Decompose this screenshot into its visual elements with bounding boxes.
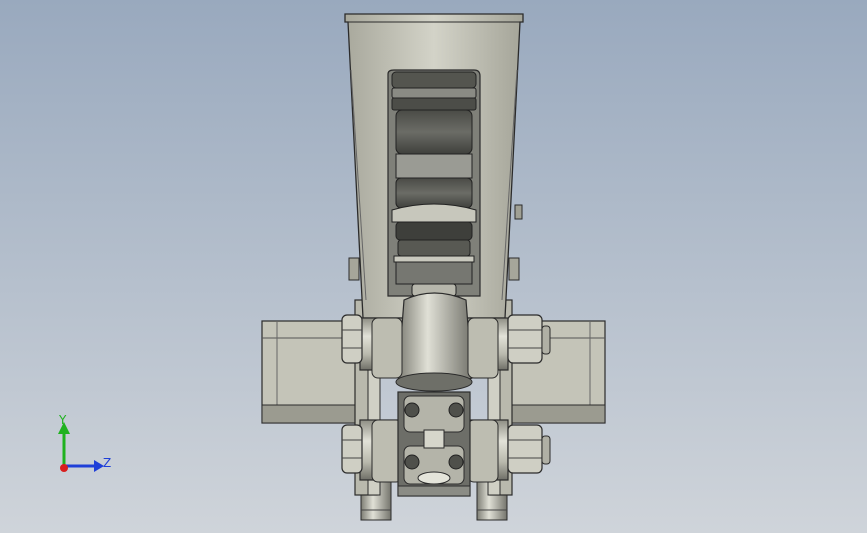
center-bearing-block[interactable]: [397, 391, 471, 497]
x-axis-dot: [60, 464, 68, 472]
lower-right-nut[interactable]: [507, 424, 551, 474]
cad-model-view[interactable]: [0, 0, 867, 533]
z-axis-label: Z: [103, 456, 112, 470]
graphics-viewport[interactable]: Y Z: [0, 0, 867, 533]
coordinate-triad[interactable]: [44, 408, 124, 488]
upper-left-nut[interactable]: [341, 314, 363, 364]
y-axis-label: Y: [59, 413, 67, 427]
center-slot[interactable]: [387, 69, 481, 297]
lower-left-nut[interactable]: [341, 424, 363, 474]
